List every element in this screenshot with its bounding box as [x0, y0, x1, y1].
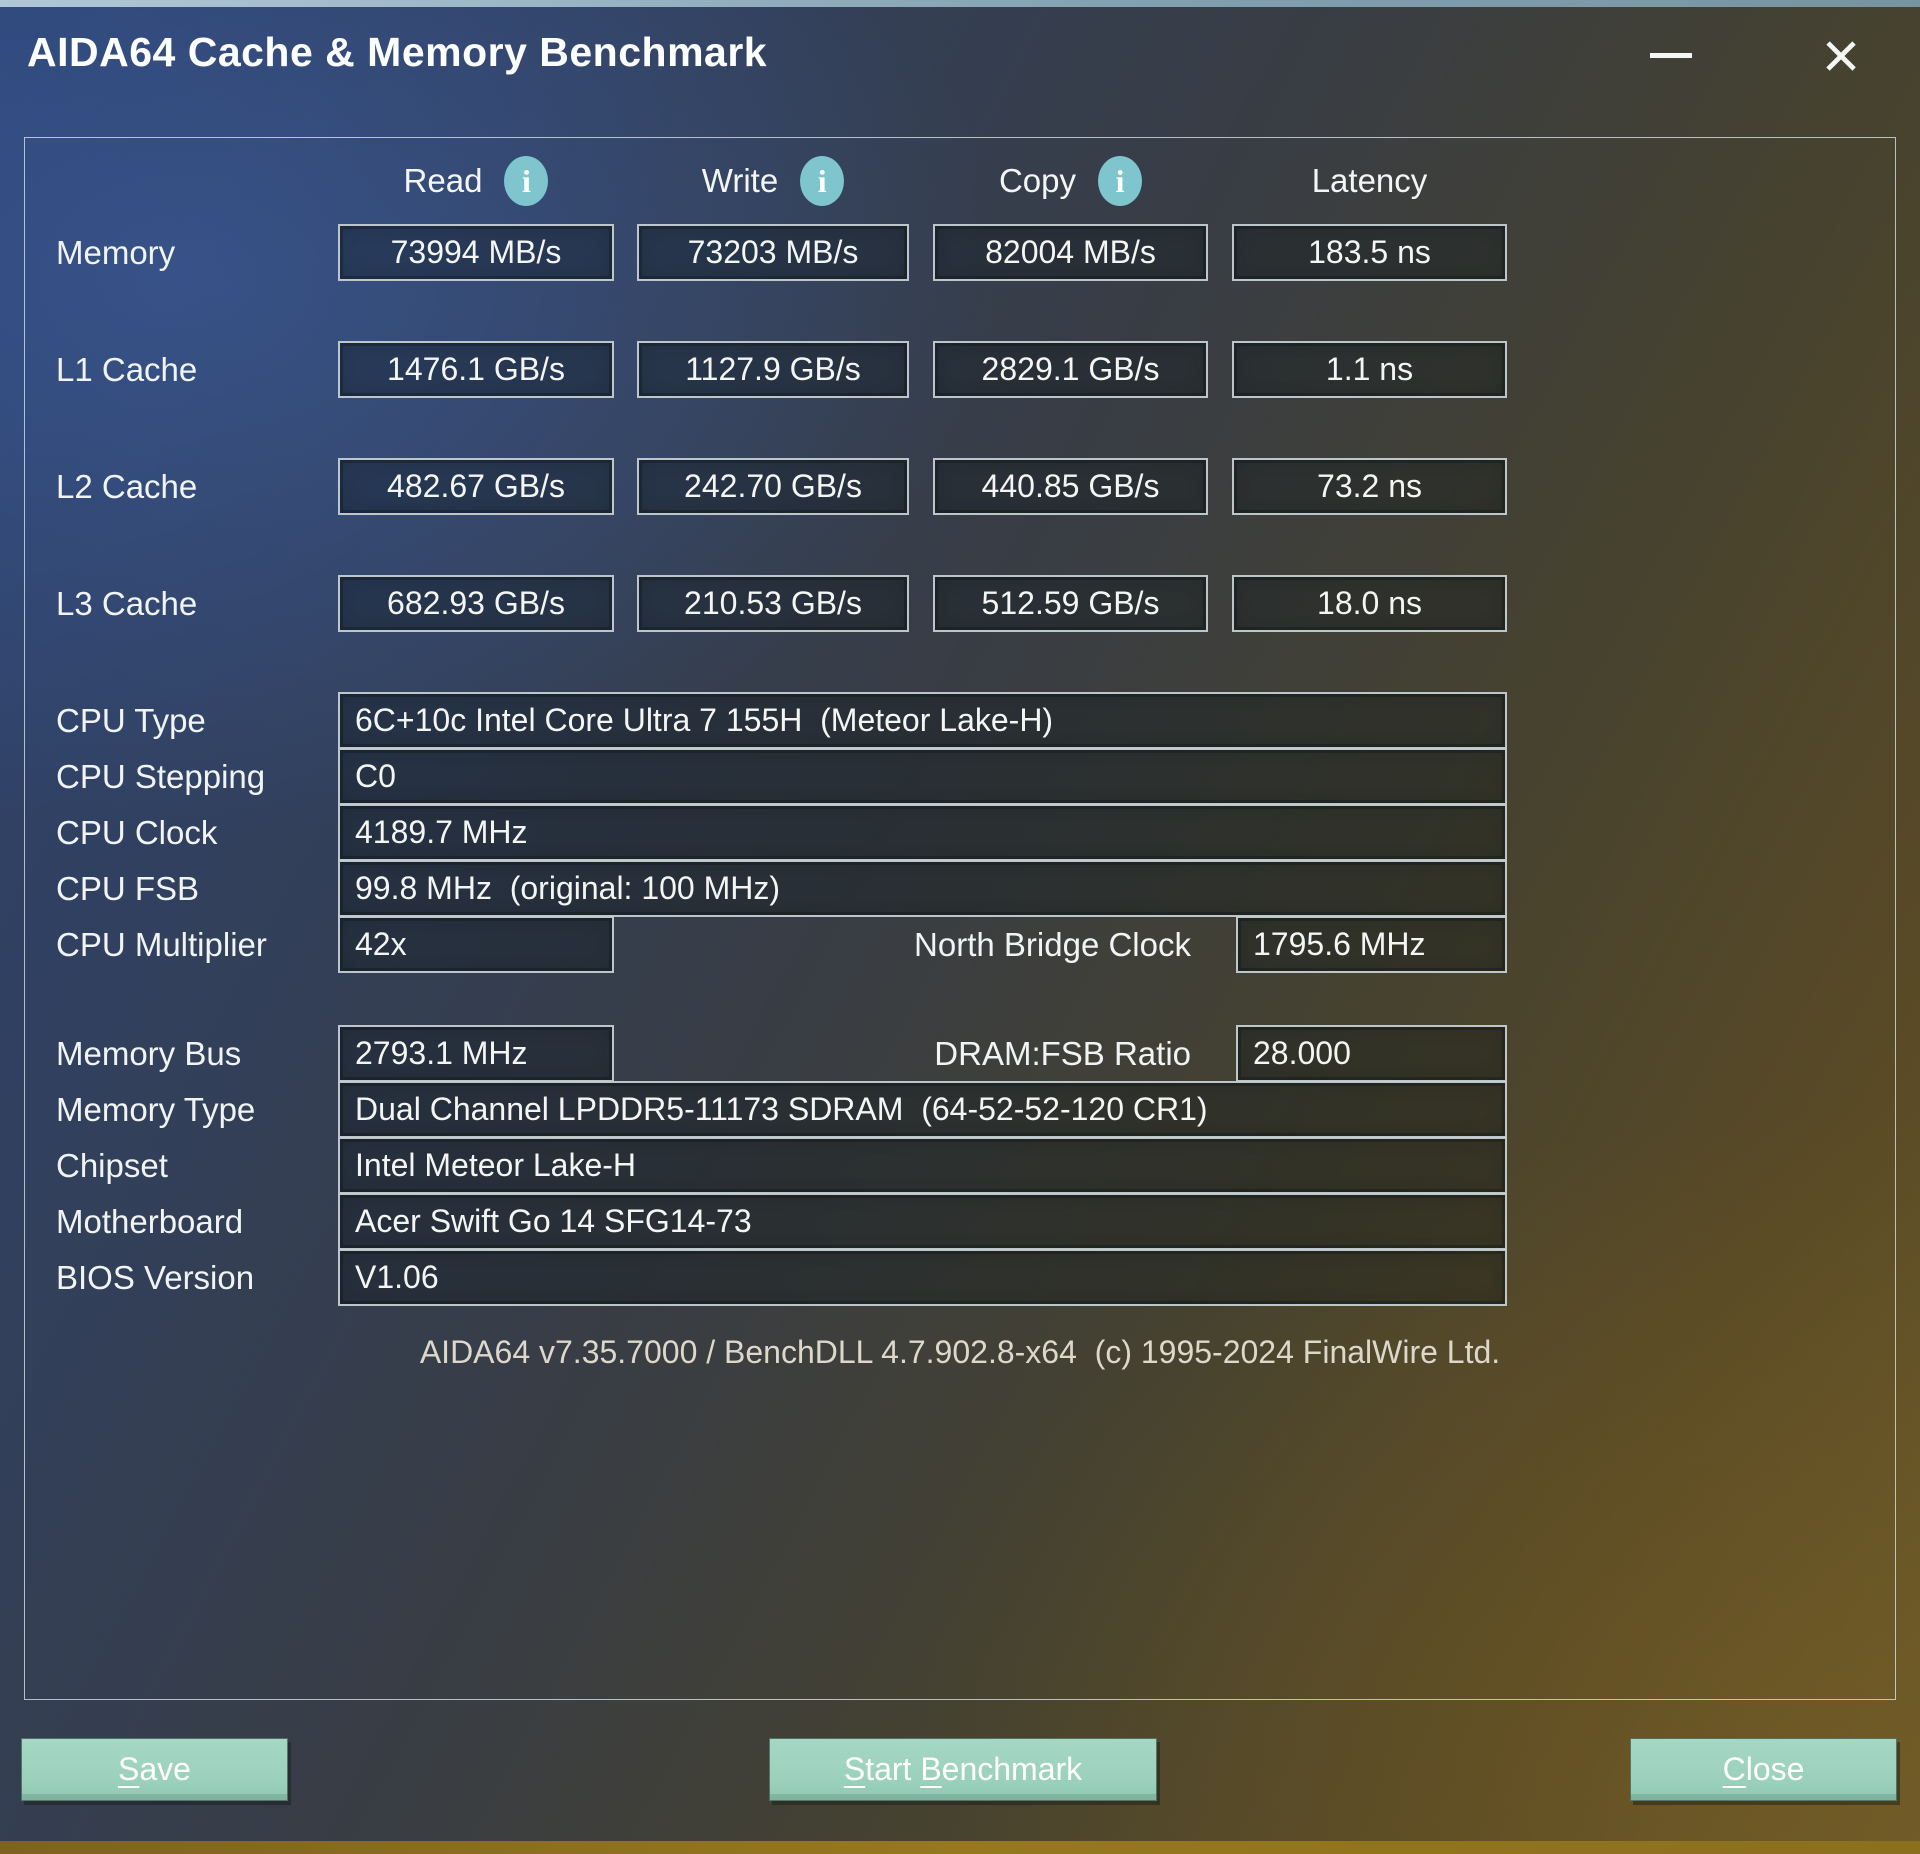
close-button[interactable]: Close	[1630, 1738, 1897, 1801]
l3-latency-value: 18.0 ns	[1232, 575, 1507, 632]
save-button[interactable]: Save	[21, 1738, 288, 1801]
l2-copy-value: 440.85 GB/s	[933, 458, 1208, 515]
l2-latency-value: 73.2 ns	[1232, 458, 1507, 515]
motherboard-value: Acer Swift Go 14 SFG14-73	[338, 1193, 1507, 1250]
content-panel: Read i Write i Copy i Latency Memory 739…	[24, 137, 1896, 1700]
start-button-accel-1: S	[843, 1751, 866, 1787]
row-label-l2-cache: L2 Cache	[56, 468, 198, 505]
titlebar: AIDA64 Cache & Memory Benchmark ×	[0, 7, 1920, 103]
l1-copy-value: 2829.1 GB/s	[933, 341, 1208, 398]
memory-copy-value: 82004 MB/s	[933, 224, 1208, 281]
start-benchmark-button[interactable]: Start Benchmark	[769, 1738, 1157, 1801]
row-label-memory: Memory	[56, 234, 176, 271]
north-bridge-clock-label: North Bridge Clock	[914, 926, 1191, 963]
window-title: AIDA64 Cache & Memory Benchmark	[27, 29, 768, 75]
save-button-accel: S	[118, 1751, 140, 1787]
write-column-label: Write	[701, 162, 779, 199]
read-column-label: Read	[403, 162, 483, 199]
column-header-read: Read i	[338, 152, 614, 210]
l3-write-value: 210.53 GB/s	[637, 575, 909, 632]
cpu-stepping-value: C0	[338, 748, 1507, 805]
cpu-type-value: 6C+10c Intel Core Ultra 7 155H (Meteor L…	[338, 692, 1507, 749]
version-footer: AIDA64 v7.35.7000 / BenchDLL 4.7.902.8-x…	[419, 1334, 1501, 1370]
cpu-fsb-value: 99.8 MHz (original: 100 MHz)	[338, 860, 1507, 917]
close-icon: ×	[1821, 18, 1861, 92]
north-bridge-clock-value: 1795.6 MHz	[1236, 916, 1507, 973]
memory-write-value: 73203 MB/s	[637, 224, 909, 281]
l1-read-value: 1476.1 GB/s	[338, 341, 614, 398]
close-window-button[interactable]: ×	[1786, 7, 1896, 103]
cpu-clock-label: CPU Clock	[56, 814, 218, 851]
l3-read-value: 682.93 GB/s	[338, 575, 614, 632]
copy-column-label: Copy	[998, 162, 1077, 199]
cpu-fsb-label: CPU FSB	[56, 870, 200, 907]
column-header-latency: Latency	[1232, 152, 1507, 210]
column-header-copy: Copy i	[933, 152, 1208, 210]
memory-bus-label: Memory Bus	[56, 1035, 242, 1072]
l2-write-value: 242.70 GB/s	[637, 458, 909, 515]
dram-fsb-ratio-label: DRAM:FSB Ratio	[934, 1035, 1191, 1072]
minimize-icon	[1650, 52, 1692, 58]
write-info-icon[interactable]: i	[800, 156, 845, 206]
l3-copy-value: 512.59 GB/s	[933, 575, 1208, 632]
memory-type-value: Dual Channel LPDDR5-11173 SDRAM (64-52-5…	[338, 1081, 1507, 1138]
start-button-accel-2: B	[920, 1751, 942, 1787]
column-header-write: Write i	[637, 152, 909, 210]
start-button-label-2: enchmark	[941, 1751, 1083, 1787]
close-button-accel: C	[1722, 1751, 1746, 1787]
cpu-multiplier-value: 42x	[338, 916, 614, 973]
save-button-label: ave	[139, 1751, 191, 1787]
cpu-multiplier-label: CPU Multiplier	[56, 926, 267, 963]
memory-bus-value: 2793.1 MHz	[338, 1025, 614, 1082]
chipset-value: Intel Meteor Lake-H	[338, 1137, 1507, 1194]
l1-write-value: 1127.9 GB/s	[637, 341, 909, 398]
cpu-clock-value: 4189.7 MHz	[338, 804, 1507, 861]
l2-read-value: 482.67 GB/s	[338, 458, 614, 515]
copy-info-icon[interactable]: i	[1098, 156, 1143, 206]
chipset-label: Chipset	[56, 1147, 168, 1184]
row-label-l1-cache: L1 Cache	[56, 351, 198, 388]
cpu-type-label: CPU Type	[56, 702, 206, 739]
l1-latency-value: 1.1 ns	[1232, 341, 1507, 398]
read-info-icon[interactable]: i	[504, 156, 549, 206]
window-top-edge	[0, 0, 1920, 7]
bios-version-label: BIOS Version	[56, 1259, 255, 1296]
start-button-label-1: tart	[865, 1751, 921, 1787]
latency-column-label: Latency	[1311, 162, 1428, 199]
close-button-label: lose	[1745, 1751, 1805, 1787]
dram-fsb-ratio-value: 28.000	[1236, 1025, 1507, 1082]
memory-read-value: 73994 MB/s	[338, 224, 614, 281]
motherboard-label: Motherboard	[56, 1203, 244, 1240]
bios-version-value: V1.06	[338, 1249, 1507, 1306]
window-bottom-edge	[0, 1841, 1920, 1854]
cpu-stepping-label: CPU Stepping	[56, 758, 266, 795]
memory-type-label: Memory Type	[56, 1091, 256, 1128]
minimize-button[interactable]	[1616, 7, 1726, 103]
memory-latency-value: 183.5 ns	[1232, 224, 1507, 281]
row-label-l3-cache: L3 Cache	[56, 585, 198, 622]
